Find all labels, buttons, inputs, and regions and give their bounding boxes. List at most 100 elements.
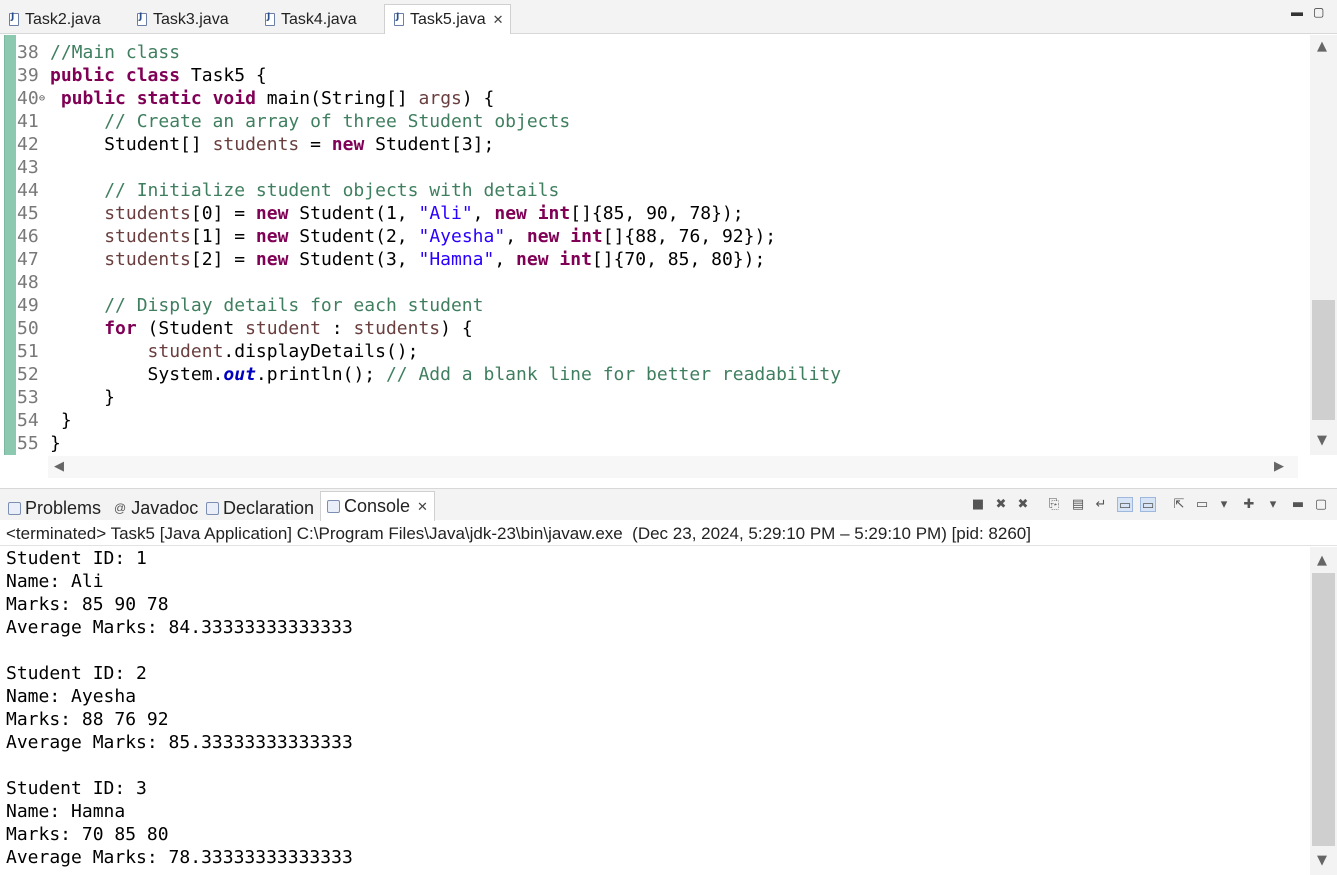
tab-task5[interactable]: Task5.java ✕ (384, 4, 511, 34)
java-file-icon (394, 12, 404, 26)
code-token: ) { (461, 88, 495, 109)
remove-all-launches-icon[interactable]: ✖ (1015, 497, 1031, 512)
scroll-right-icon[interactable]: ▶ (1274, 459, 1284, 474)
clear-console-icon[interactable]: ⎘ (1046, 497, 1062, 512)
code-token: []{70, 85, 80}); (591, 249, 766, 270)
show-on-stderr-icon[interactable]: ▭ (1140, 497, 1156, 513)
tab-label: Task5.java (410, 10, 486, 28)
code-token: args (418, 88, 462, 109)
chevron-down-icon[interactable]: ▾ (1216, 497, 1232, 512)
show-on-stdout-icon[interactable]: ▭ (1117, 497, 1133, 513)
console-line: Student ID: 1 (6, 548, 147, 569)
scroll-up-icon[interactable]: ▲ (1317, 553, 1327, 568)
code-token: } (50, 433, 61, 454)
change-ruler (4, 35, 16, 455)
tab-task3[interactable]: Task3.java (128, 6, 229, 33)
tab-console[interactable]: Console ✕ (320, 491, 435, 521)
tab-problems[interactable]: Problems (8, 495, 101, 521)
tab-declaration[interactable]: Declaration (206, 495, 314, 521)
code-line[interactable]: 40 ⊖ public static void main(String[] arg… (17, 87, 494, 110)
scroll-left-icon[interactable]: ◀ (54, 459, 64, 474)
minimize-icon[interactable]: ▬ (1290, 497, 1306, 512)
code-line[interactable]: 48 (17, 271, 50, 294)
console-line: Average Marks: 78.33333333333333 (6, 847, 353, 868)
code-token: students (104, 203, 191, 224)
console-output[interactable]: Student ID: 1 Name: Ali Marks: 85 90 78 Ave… (0, 547, 1337, 875)
javadoc-icon: @ (114, 501, 127, 515)
code-line[interactable]: 50 for (Student student : students) { (17, 317, 473, 340)
tab-javadoc[interactable]: @ Javadoc (114, 495, 198, 521)
scroll-up-icon[interactable]: ▲ (1317, 39, 1327, 54)
scroll-lock-icon[interactable]: ▤ (1070, 497, 1086, 512)
code-line[interactable]: 54 } (17, 409, 72, 432)
tab-task4[interactable]: Task4.java (256, 6, 357, 33)
open-console-icon[interactable]: ✚ (1241, 497, 1257, 512)
code-token: // Add a blank line for better readabili… (385, 364, 842, 385)
code-line[interactable]: 55} (17, 432, 61, 455)
editor-tab-bar: Task2.java Task3.java Task4.java Task5.j… (0, 0, 1337, 34)
line-number: 40 (17, 88, 39, 109)
code-token: = (299, 134, 332, 155)
code-token: // Display details for each student (104, 295, 484, 316)
code-line[interactable]: 44 // Initialize student objects with de… (17, 179, 559, 202)
code-line[interactable]: 47 students[2] = new Student(3, "Hamna",… (17, 248, 765, 271)
code-token: "Ali" (418, 203, 473, 224)
terminate-icon[interactable]: ■ (970, 497, 986, 512)
editor-vertical-scrollbar[interactable]: ▲ ▼ (1310, 35, 1337, 455)
code-token: public (50, 65, 116, 86)
code-token: int (570, 226, 603, 247)
minimize-icon[interactable]: ▬ (1291, 5, 1303, 19)
maximize-icon[interactable]: ▢ (1313, 5, 1324, 19)
close-tab-icon[interactable]: ✕ (417, 499, 428, 515)
console-line: Average Marks: 84.33333333333333 (6, 617, 353, 638)
code-line[interactable]: 46 students[1] = new Student(2, "Ayesha"… (17, 225, 776, 248)
code-token: students (104, 249, 191, 270)
code-line[interactable]: 41 // Create an array of three Student o… (17, 110, 570, 133)
code-token: int (537, 203, 571, 224)
java-file-icon (265, 12, 275, 26)
declaration-icon (206, 501, 219, 515)
view-menu-icon[interactable]: ▾ (1265, 497, 1281, 512)
editor-horizontal-scrollbar[interactable]: ◀ ▶ (48, 456, 1298, 478)
code-line[interactable]: 52 System.out.println(); // Add a blank … (17, 363, 841, 386)
panel-tab-bar: Problems @ Javadoc Declaration Console ✕… (0, 488, 1337, 521)
close-tab-icon[interactable]: ✕ (493, 12, 504, 28)
scroll-down-icon[interactable]: ▼ (1317, 853, 1327, 868)
code-line[interactable]: 45 students[0] = new Student(1, "Ali", n… (17, 202, 744, 225)
code-line[interactable]: 51 student.displayDetails(); (17, 340, 418, 363)
console-icon (327, 500, 340, 513)
code-line[interactable]: 38 //Main class (17, 41, 180, 64)
word-wrap-icon[interactable]: ↵ (1093, 497, 1109, 512)
code-line[interactable]: 43 (17, 156, 50, 179)
display-console-icon[interactable]: ▭ (1194, 497, 1210, 512)
code-token: main(String[] (255, 88, 419, 109)
code-token: Student(3, (288, 249, 419, 270)
pin-console-icon[interactable]: ⇱ (1171, 497, 1187, 512)
code-token: new (526, 226, 560, 247)
maximize-icon[interactable]: ▢ (1313, 497, 1329, 512)
scrollbar-thumb[interactable] (1312, 573, 1335, 846)
line-number: 41 (17, 111, 39, 132)
code-token: .println(); (255, 364, 386, 385)
remove-launch-icon[interactable]: ✖ (993, 497, 1009, 512)
scrollbar-thumb[interactable] (1312, 300, 1335, 420)
fold-toggle-icon[interactable]: ⊖ (39, 87, 45, 110)
scroll-down-icon[interactable]: ▼ (1317, 433, 1327, 448)
console-line: Marks: 70 85 80 (6, 824, 169, 845)
code-token: []{85, 90, 78}); (570, 203, 744, 224)
code-token: public (60, 88, 126, 109)
console-vertical-scrollbar[interactable]: ▲ ▼ (1310, 547, 1337, 875)
tab-label: Task2.java (25, 10, 101, 28)
code-line[interactable]: 42 Student[] students = new Student[3]; (17, 133, 494, 156)
tab-task2[interactable]: Task2.java (0, 6, 101, 33)
line-number: 50 (17, 318, 39, 339)
code-editor[interactable]: 38 //Main class 39 public class Task5 {40 ⊖ … (0, 35, 1337, 479)
code-line[interactable]: 53 } (17, 386, 115, 409)
code-line[interactable]: 49 // Display details for each student (17, 294, 483, 317)
code-line[interactable]: 39 public class Task5 { (17, 64, 267, 87)
